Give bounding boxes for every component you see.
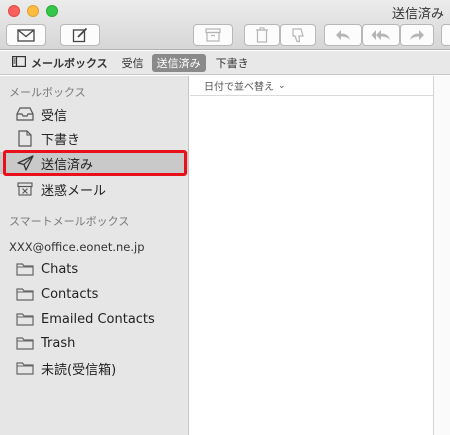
- sidebar-item-label: 下書き: [41, 132, 81, 148]
- folder-icon: [15, 284, 35, 304]
- flag-button[interactable]: [441, 24, 450, 46]
- zoom-window-button[interactable]: [46, 5, 58, 17]
- archive-icon: [205, 28, 221, 42]
- sidebar-item-sent[interactable]: 送信済み: [0, 152, 189, 174]
- sidebar-item-label: 受信: [41, 108, 68, 124]
- window-title: 送信済み: [391, 7, 444, 22]
- paper-plane-icon: [15, 153, 35, 173]
- sidebar-item-chats[interactable]: Chats: [0, 258, 189, 280]
- inbox-icon: [15, 104, 35, 124]
- delete-button[interactable]: [244, 24, 280, 46]
- junk-button[interactable]: [280, 24, 316, 46]
- minimize-window-button[interactable]: [27, 5, 39, 17]
- message-viewer: [433, 76, 450, 435]
- envelope-icon: [17, 28, 35, 42]
- sidebar-item-label: Chats: [41, 261, 79, 277]
- smart-mailboxes-section-header: スマートメールボックス: [9, 215, 130, 228]
- sidebar-item-label: Emailed Contacts: [41, 311, 155, 327]
- get-mail-button[interactable]: [6, 24, 46, 46]
- draft-icon: [15, 128, 35, 148]
- show-mailboxes-button[interactable]: メールボックス: [12, 55, 108, 71]
- folder-icon: [15, 333, 35, 353]
- folder-icon: [15, 358, 35, 378]
- trash-icon: [255, 27, 269, 43]
- sidebar-item-label: Contacts: [41, 286, 99, 302]
- compose-icon: [72, 27, 88, 43]
- sidebar-item-label: 未読(受信箱): [41, 362, 117, 378]
- reply-button[interactable]: [324, 24, 362, 46]
- thumbs-down-icon: [291, 27, 305, 43]
- sidebar-item-label: Trash: [41, 335, 76, 351]
- folder-icon: [15, 259, 35, 279]
- reply-all-button[interactable]: [362, 24, 400, 46]
- favorites-bar: メールボックス 受信 送信済み 下書き: [0, 51, 450, 75]
- sidebar-item-emailed-contacts[interactable]: Emailed Contacts: [0, 308, 189, 330]
- sidebar-item-label: 迷惑メール: [41, 183, 107, 199]
- mailboxes-label: メールボックス: [31, 56, 108, 70]
- reply-arrow-icon: [335, 29, 351, 41]
- message-list[interactable]: 日付で並べ替え ⌄: [190, 76, 433, 435]
- archive-button[interactable]: [193, 24, 233, 46]
- compose-button[interactable]: [60, 24, 100, 46]
- sidebar-item-contacts[interactable]: Contacts: [0, 283, 189, 305]
- favorite-inbox[interactable]: 受信: [122, 55, 144, 71]
- junk-icon: [15, 179, 35, 199]
- folder-icon: [15, 309, 35, 329]
- sidebar-item-trash[interactable]: Trash: [0, 332, 189, 354]
- sort-label: 日付で並べ替え: [204, 82, 274, 93]
- account-header[interactable]: XXX@office.eonet.ne.jp: [9, 240, 145, 254]
- sort-menu[interactable]: 日付で並べ替え ⌄: [190, 76, 433, 96]
- close-window-button[interactable]: [8, 5, 20, 17]
- mailboxes-section-header: メールボックス: [9, 86, 86, 99]
- favorite-sent[interactable]: 送信済み: [151, 53, 206, 72]
- sidebar: メールボックス 受信 下書き 送信済み 迷惑メール スマートメールボックス XX…: [0, 76, 189, 435]
- reply-all-icon: [371, 29, 391, 41]
- chevron-down-icon: ⌄: [278, 80, 286, 91]
- favorite-drafts[interactable]: 下書き: [216, 55, 249, 71]
- forward-arrow-icon: [409, 29, 425, 41]
- sidebar-item-label: 送信済み: [41, 157, 94, 173]
- sidebar-item-unread-inbox[interactable]: 未読(受信箱): [0, 357, 189, 379]
- titlebar: 送信済み: [0, 0, 450, 50]
- sidebar-item-inbox[interactable]: 受信: [0, 103, 189, 125]
- sidebar-item-drafts[interactable]: 下書き: [0, 127, 189, 149]
- forward-button[interactable]: [400, 24, 434, 46]
- sidebar-toggle-icon: [12, 55, 31, 70]
- sidebar-item-junk[interactable]: 迷惑メール: [0, 178, 189, 200]
